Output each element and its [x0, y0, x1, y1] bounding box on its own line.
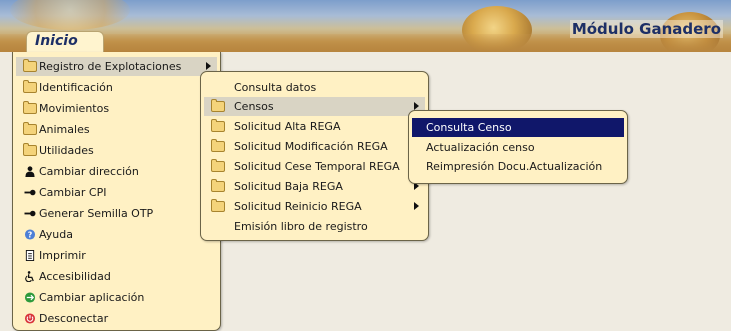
inicio-tab[interactable]: Inicio [26, 31, 104, 52]
folder-icon [211, 199, 225, 212]
menu-item-identificacion[interactable]: Identificación [16, 78, 217, 97]
menu-item-cambiar-direccion[interactable]: Cambiar dirección [16, 162, 217, 181]
menu-item-imprimir[interactable]: Imprimir [16, 246, 217, 265]
folder-icon [23, 59, 37, 72]
folder-icon [211, 139, 225, 152]
submenu-item-reimpresion-docu-actualizacion[interactable]: Reimpresión Docu.Actualización [412, 157, 624, 176]
menu-item-label: Accesibilidad [39, 270, 111, 283]
submenu-arrow-icon [206, 62, 211, 70]
menu-item-generar-semilla-otp[interactable]: Generar Semilla OTP [16, 204, 217, 223]
submenu-item-solicitud-reinicio-rega[interactable]: Solicitud Reinicio REGA [204, 197, 425, 216]
submenu-item-censos[interactable]: Censos [204, 97, 425, 116]
menu-item-label: Utilidades [39, 144, 94, 157]
folder-icon [23, 80, 37, 93]
folder-icon [211, 119, 225, 132]
menu-item-label: Solicitud Modificación REGA [234, 140, 388, 153]
user-icon [25, 166, 35, 177]
submenu-item-actualizacion-censo[interactable]: Actualización censo [412, 138, 624, 157]
submenu-item-solicitud-alta-rega[interactable]: Solicitud Alta REGA [204, 117, 425, 136]
key-icon [24, 210, 36, 217]
menu-item-label: Solicitud Baja REGA [234, 180, 343, 193]
module-title: Módulo Ganadero [569, 20, 723, 38]
menu-item-label: Censos [234, 100, 274, 113]
submenu-arrow-icon [414, 102, 419, 110]
menu-item-label: Consulta datos [234, 81, 317, 94]
submenu-item-emision-libro-registro[interactable]: Emisión libro de registro [204, 217, 425, 236]
submenu-censos: Consulta Censo Actualización censo Reimp… [408, 110, 628, 184]
menu-item-label: Registro de Explotaciones [39, 60, 182, 73]
folder-icon [211, 159, 225, 172]
menu-item-cambiar-cpi[interactable]: Cambiar CPI [16, 183, 217, 202]
help-icon: ? [24, 229, 36, 240]
svg-text:?: ? [28, 230, 33, 239]
submenu-item-solicitud-modificacion-rega[interactable]: Solicitud Modificación REGA [204, 137, 425, 156]
menu-item-label: Ayuda [39, 228, 73, 241]
menu-item-label: Animales [39, 123, 90, 136]
menu-item-cambiar-aplicacion[interactable]: Cambiar aplicación [16, 288, 217, 307]
submenu-item-solicitud-cese-temporal-rega[interactable]: Solicitud Cese Temporal REGA [204, 157, 425, 176]
submenu-item-consulta-censo[interactable]: Consulta Censo [412, 118, 624, 137]
key-icon [24, 189, 36, 196]
header-banner: Módulo Ganadero [0, 0, 731, 52]
menu-item-registro-explotaciones[interactable]: Registro de Explotaciones [16, 57, 217, 76]
folder-icon [23, 101, 37, 114]
menu-item-ayuda[interactable]: ? Ayuda [16, 225, 217, 244]
hay-bale-image [10, 0, 130, 30]
menu-item-label: Movimientos [39, 102, 110, 115]
folder-icon [23, 143, 37, 156]
menu-item-label: Consulta Censo [426, 121, 512, 134]
menu-item-label: Generar Semilla OTP [39, 207, 154, 220]
menu-item-label: Actualización censo [426, 141, 535, 154]
folder-icon [23, 122, 37, 135]
switch-app-icon [24, 292, 36, 303]
menu-item-label: Emisión libro de registro [234, 220, 368, 233]
menu-item-label: Identificación [39, 81, 113, 94]
submenu-item-solicitud-baja-rega[interactable]: Solicitud Baja REGA [204, 177, 425, 196]
folder-icon [211, 179, 225, 192]
submenu-registro-explotaciones: Consulta datos Censos Solicitud Alta REG… [200, 71, 429, 241]
printer-icon [25, 250, 35, 261]
menu-item-accesibilidad[interactable]: Accesibilidad [16, 267, 217, 286]
menu-item-label: Cambiar dirección [39, 165, 139, 178]
menu-item-label: Solicitud Alta REGA [234, 120, 341, 133]
menu-item-label: Reimpresión Docu.Actualización [426, 160, 603, 173]
main-menu: Registro de Explotaciones Identificación… [12, 52, 221, 331]
menu-item-utilidades[interactable]: Utilidades [16, 141, 217, 160]
menu-item-label: Desconectar [39, 312, 109, 325]
menu-item-desconectar[interactable]: Desconectar [16, 309, 217, 328]
menu-item-label: Solicitud Reinicio REGA [234, 200, 362, 213]
submenu-arrow-icon [414, 202, 419, 210]
menu-item-label: Imprimir [39, 249, 86, 262]
menu-item-label: Cambiar aplicación [39, 291, 145, 304]
menu-item-label: Solicitud Cese Temporal REGA [234, 160, 400, 173]
power-icon [24, 313, 36, 324]
submenu-item-consulta-datos[interactable]: Consulta datos [204, 78, 425, 97]
inicio-tab-label: Inicio [35, 33, 78, 49]
accessibility-icon [25, 271, 34, 282]
folder-icon [211, 99, 225, 112]
menu-item-animales[interactable]: Animales [16, 120, 217, 139]
menu-item-label: Cambiar CPI [39, 186, 107, 199]
menu-item-movimientos[interactable]: Movimientos [16, 99, 217, 118]
